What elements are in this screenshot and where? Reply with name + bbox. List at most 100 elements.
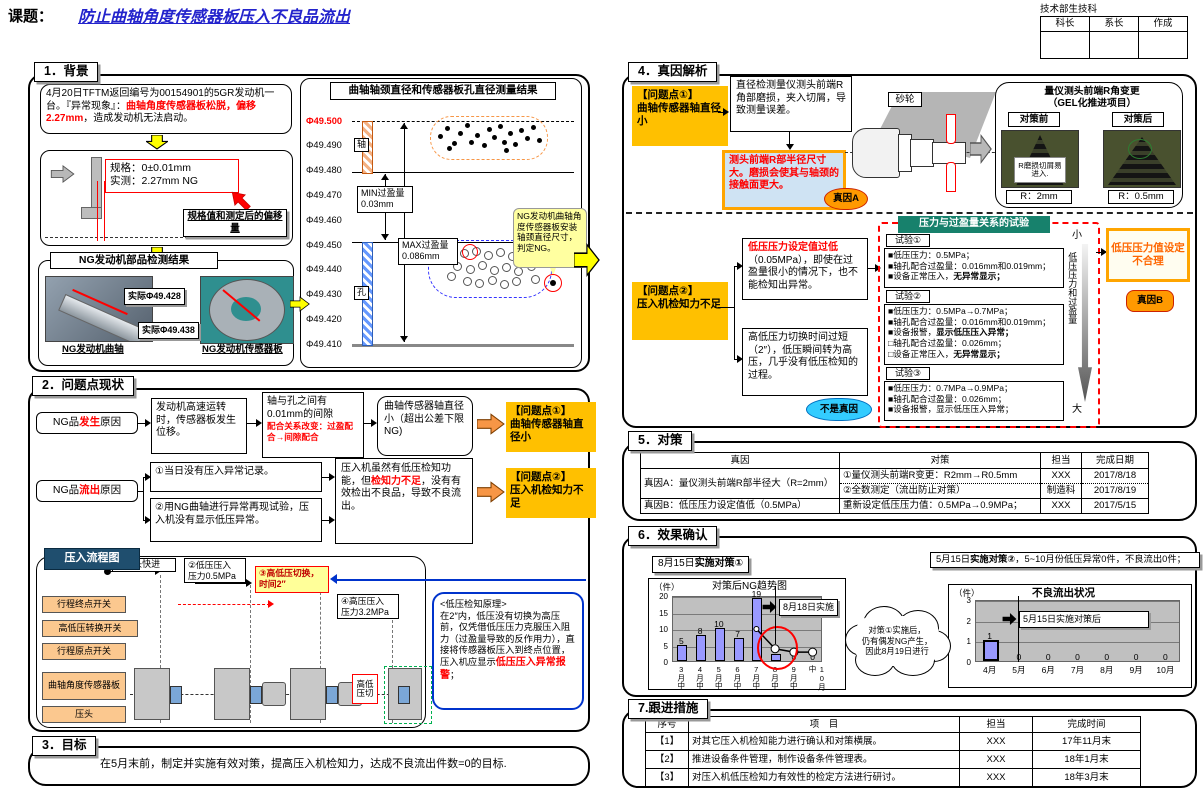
hole-data-point <box>488 276 497 285</box>
connector <box>143 477 144 520</box>
arrowhead <box>723 108 729 116</box>
bar-xlabel: 6月中 <box>733 665 742 691</box>
may15-callout: 5月15日实施对策后 <box>1019 611 1149 628</box>
flow-box-displacement: 发动机高速运转时，传感器板发生位移。 <box>151 398 247 454</box>
actual-diameter-callout-1: 实际Φ49.428 <box>124 288 185 305</box>
conclusion-b-box: 低压压力值设定不合理 <box>1106 228 1190 282</box>
problem2-ref-text: 压入机检知力不足 <box>637 298 723 311</box>
shaft-data-point <box>475 133 480 138</box>
bar-chart-ytick: 0 <box>652 658 668 668</box>
section5-tab: 5．对策 <box>628 431 692 451</box>
cm-header-cause: 真因 <box>641 453 840 469</box>
probe-tip-upper <box>946 114 956 144</box>
ng-inspection-title: NG发动机部品检测结果 <box>50 252 218 269</box>
max-interference-box: MAX过盈量 0.086mm <box>398 238 458 265</box>
shaft-data-point <box>487 127 492 132</box>
shaft-data-point <box>465 123 470 128</box>
grinding-wheel-label: 砂轮 <box>888 92 922 107</box>
crankshaft-caption: NG发动机曲轴 <box>62 344 124 356</box>
hole-data-point <box>463 277 472 286</box>
problem1-box: 【问题点①】 曲轴传感器轴直径小 <box>506 402 596 452</box>
occurrence-cause-text: NG品发生原因 <box>53 416 121 429</box>
hole-data-point <box>496 248 505 257</box>
connector <box>195 583 250 584</box>
hl-switch-box: 高低压切 <box>352 674 378 704</box>
flow-step3: ③高低压切换，时间2″ <box>255 566 329 593</box>
r-before-box: R：2mm <box>1006 190 1072 204</box>
fu-row: 【3】 对压入机低压检知力有效性的检定方法进行研讨。 XXX 18年3月末 <box>646 769 1141 787</box>
bar-xlabel: 10月 <box>1151 665 1180 676</box>
outflow-cause-text: NG品流出原因 <box>53 484 121 497</box>
axis-big-label: 大 <box>1072 404 1082 417</box>
sensor-plate-photo <box>200 276 294 344</box>
occurrence-cause-box: NG品发生原因 <box>36 412 138 434</box>
cm-owner: 制造科 <box>1041 484 1082 499</box>
press-piece <box>250 686 262 704</box>
probe-wear-note: R磨损切屑易进入. <box>1014 157 1066 183</box>
problem2-title: 【问题点②】 <box>510 471 592 484</box>
hl-switch-text: 高低压切 <box>356 680 373 698</box>
section2-tab: 2．问题点现状 <box>32 376 134 396</box>
shaft-bar-label: 轴 <box>354 138 369 152</box>
shaft-data-point <box>513 142 518 147</box>
offset-note-box: 规格值和测定后的偏移量 <box>183 209 287 237</box>
bar-xlabel: 5月 <box>1004 665 1033 676</box>
exp1-label: 试验① <box>886 234 930 247</box>
weak-detection-red: 检知力不足 <box>371 476 421 487</box>
bar-chart-ytick: 1 <box>955 637 971 647</box>
flow-step4: ④高压压入压力3.2MPa <box>337 594 399 619</box>
dept-label: 技术部生技科 <box>1040 4 1097 16</box>
spec-box: 规格：0±0.01mm 实测：2.27mm NG <box>105 159 239 193</box>
red-dashed-connector <box>178 604 270 605</box>
max-interference-label: MAX过盈量 <box>402 240 454 251</box>
fu-item: 对压入机低压检知力有效性的检定方法进行研讨。 <box>689 769 960 787</box>
fu-date: 18年3月末 <box>1033 769 1141 787</box>
root-cause-divider <box>626 212 1193 214</box>
press-station-fixture <box>290 668 326 720</box>
exp-line: ■低压压力：0.5MPa； <box>888 250 1060 261</box>
press-piece <box>170 686 182 704</box>
crankshaft-photo <box>45 276 153 342</box>
cloud-text: 对策①实施后，仍有偶发NG产生，因此8月19日进行 <box>847 618 947 664</box>
sensor-plate-foot <box>81 207 102 219</box>
report-page: 课题： 防止曲轴角度传感器板压入不良品流出 技术部生技科 科长 系长 作成 1．… <box>0 0 1203 793</box>
shaft-data-point <box>498 124 503 129</box>
exp1-box: ■低压压力：0.5MPa； ■轴孔配合过盈量：0.016mm和0.019mm； … <box>884 248 1064 288</box>
cm-header-date: 完成日期 <box>1082 453 1149 469</box>
topic-label: 课题： <box>8 8 53 27</box>
cm-owner: XXX <box>1041 469 1082 484</box>
spec-line2: 实测：2.27mm NG <box>110 175 234 188</box>
measure1-date-label: 8月15日实施对策① <box>652 556 749 573</box>
bar-xlabel: 7月中 <box>751 665 760 691</box>
shaft-data-point <box>469 140 474 145</box>
measurement-ytick: Φ49.470 <box>306 190 350 202</box>
shaft-data-point <box>531 125 536 130</box>
switch-label-hl: 高低压转换开关 <box>42 620 138 637</box>
hole-data-point <box>475 279 484 288</box>
fu-date: 17年11月末 <box>1033 733 1141 751</box>
before-label: 对策前 <box>1008 112 1060 127</box>
cause-b1-text: （0.05MPa），即使在过盈量很小的情况下，也不能检知出异常。 <box>748 255 858 291</box>
arrowhead <box>381 174 389 180</box>
blue-connector <box>334 579 586 581</box>
probe-r-highlight <box>1128 139 1152 159</box>
flow-box-small-diameter: 曲轴传感器轴直径小（超出公差下限NG) <box>377 396 473 456</box>
cm-date: 2017/8/19 <box>1082 484 1149 499</box>
fu-no: 【3】 <box>646 769 689 787</box>
flow-box-reproduce-test: ②用NG曲轴进行异常再现试验，压入机没有显示低压异常。 <box>150 498 322 542</box>
orange-right-arrow <box>477 480 505 504</box>
incident-abnormal-red: 曲轴角度传感器板松脱，偏移 <box>126 101 256 112</box>
fu-header-item: 项 目 <box>689 717 960 733</box>
sensor-plate-caption: NG发动机传感器板 <box>202 344 283 356</box>
switch-label-end: 行程终点开关 <box>42 596 126 613</box>
bar-xlabel: 9月中 <box>789 665 798 691</box>
exp-line: ■轴孔配合过盈量：0.016mm和0.019mm； <box>888 261 1060 272</box>
hole-data-point <box>502 263 511 272</box>
step4-line2: 压力3.2MPa <box>341 607 395 618</box>
hole-data-point <box>447 272 456 281</box>
cm-measure: ①量仪测头前端R变更：R2mm→R0.5mm <box>840 469 1041 484</box>
flow-box-clearance: 轴与孔之间有0.01mm的间隙 配合关系改变：过盈配合→间隙配合 <box>262 392 364 458</box>
cm-date: 2017/8/18 <box>1082 469 1149 484</box>
yellow-right-arrow-next <box>574 243 600 277</box>
callout-pointer-line <box>775 586 776 644</box>
